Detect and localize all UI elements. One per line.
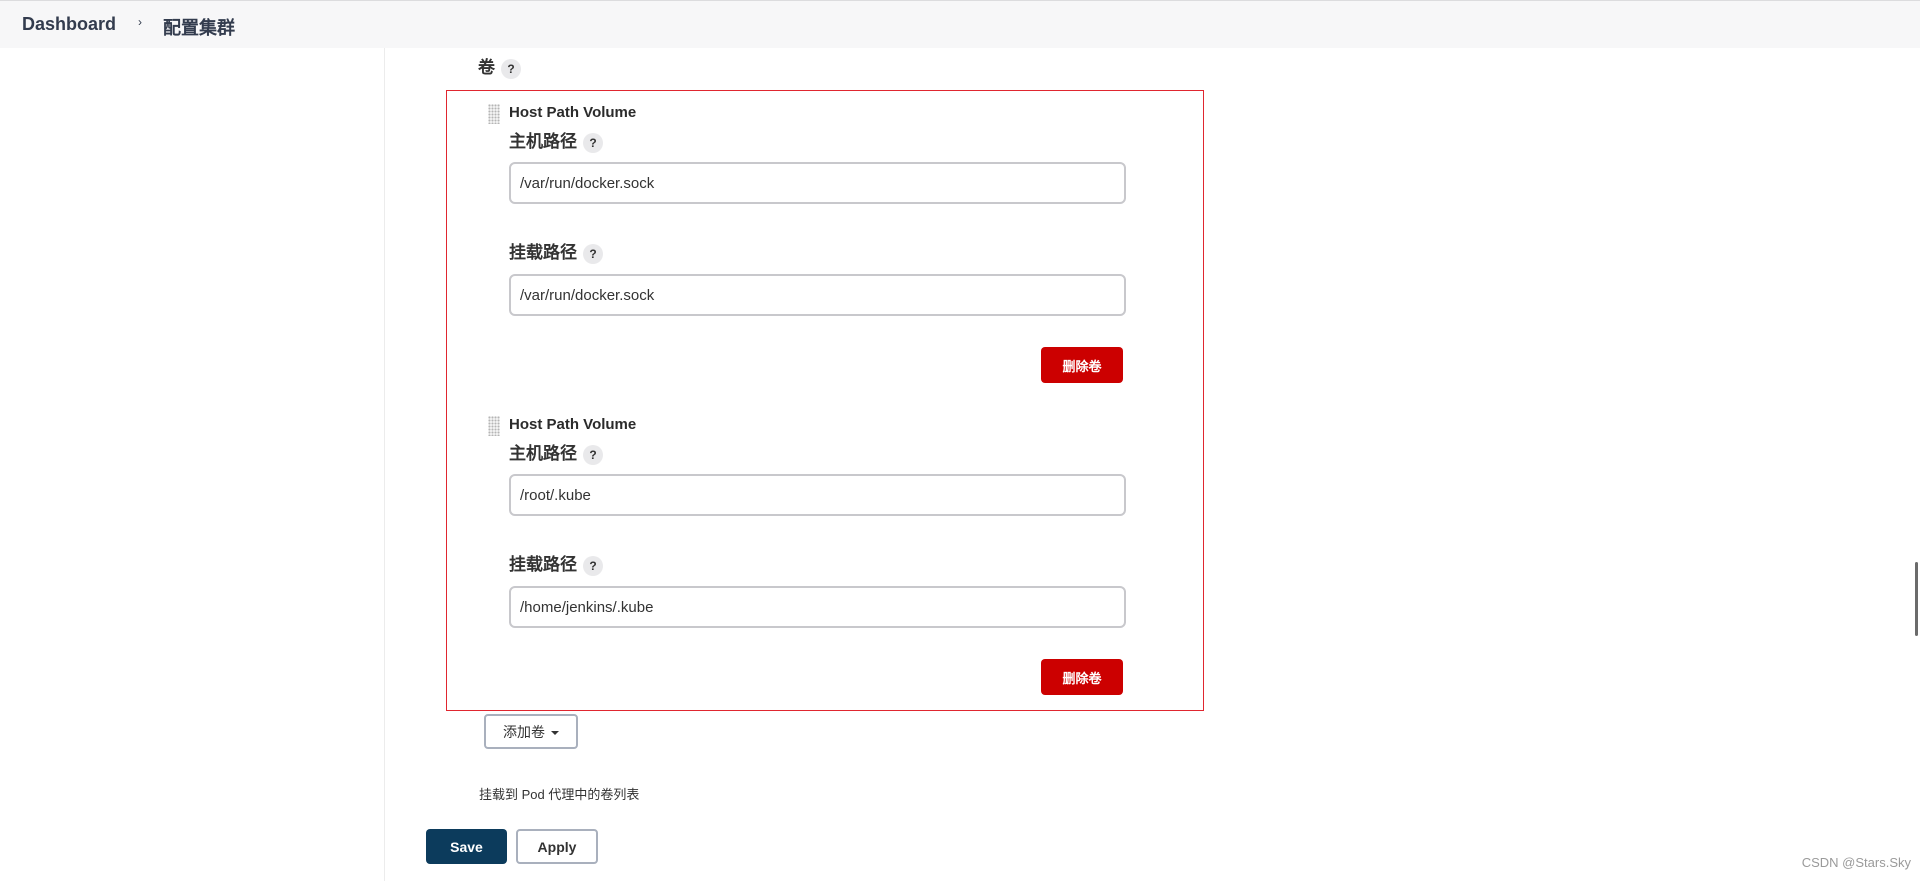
- drag-handle-icon[interactable]: [488, 416, 500, 436]
- drag-handle-icon[interactable]: [488, 104, 500, 124]
- breadcrumb-bar: Dashboard › 配置集群: [0, 0, 1920, 48]
- volumes-section-label: 卷?: [478, 53, 521, 79]
- host-path-label: 主机路径?: [509, 127, 603, 153]
- volume-type-title: Host Path Volume: [509, 416, 637, 433]
- add-volume-label: 添加卷: [503, 723, 545, 740]
- sidebar-divider: [384, 48, 385, 881]
- volumes-description: 挂载到 Pod 代理中的卷列表: [479, 787, 640, 802]
- mount-path-label: 挂载路径?: [509, 238, 603, 264]
- help-icon[interactable]: ?: [583, 132, 603, 153]
- volume-type-title: Host Path Volume: [509, 104, 637, 121]
- host-path-input[interactable]: [509, 162, 1126, 204]
- delete-volume-button[interactable]: 删除卷: [1041, 659, 1123, 695]
- caret-down-icon: [551, 730, 559, 735]
- apply-button[interactable]: Apply: [516, 829, 598, 864]
- host-path-input[interactable]: [509, 474, 1126, 516]
- mount-path-input[interactable]: [509, 274, 1126, 316]
- watermark: CSDN @Stars.Sky: [1801, 855, 1911, 870]
- mount-path-input[interactable]: [509, 586, 1126, 628]
- volumes-list: Host Path Volume 主机路径? 挂载路径? 删除卷 Host Pa…: [446, 90, 1204, 711]
- mount-path-label-text: 挂载路径: [509, 243, 577, 262]
- breadcrumb-current[interactable]: 配置集群: [163, 14, 235, 40]
- save-button[interactable]: Save: [426, 829, 507, 864]
- host-path-label: 主机路径?: [509, 439, 603, 465]
- mount-path-label-text: 挂载路径: [509, 555, 577, 574]
- help-icon[interactable]: ?: [583, 243, 603, 264]
- breadcrumb-dashboard-link[interactable]: Dashboard: [22, 14, 116, 35]
- chevron-right-icon: ›: [138, 15, 142, 29]
- help-icon[interactable]: ?: [501, 58, 521, 79]
- delete-volume-button[interactable]: 删除卷: [1041, 347, 1123, 383]
- help-icon[interactable]: ?: [583, 555, 603, 576]
- add-volume-dropdown-button[interactable]: 添加卷: [484, 714, 578, 749]
- host-path-label-text: 主机路径: [509, 444, 577, 463]
- scrollbar-thumb[interactable]: [1915, 562, 1918, 636]
- volumes-label-text: 卷: [478, 58, 495, 77]
- help-icon[interactable]: ?: [583, 444, 603, 465]
- host-path-label-text: 主机路径: [509, 132, 577, 151]
- mount-path-label: 挂载路径?: [509, 550, 603, 576]
